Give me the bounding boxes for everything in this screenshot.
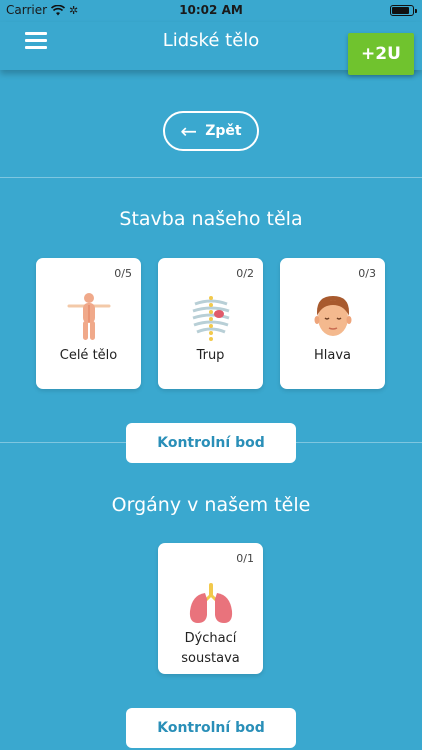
section-title-body-structure: Stavba našeho těla — [119, 208, 303, 230]
card-label: Celé tělo — [59, 348, 118, 363]
card-progress: 0/2 — [236, 267, 254, 280]
head-icon — [314, 296, 351, 336]
status-time: 10:02 AM — [179, 3, 243, 17]
battery-fill — [392, 7, 409, 14]
section-title-organs: Orgány v našem těle — [111, 494, 311, 516]
card-full-body[interactable]: 0/5 Celé tělo — [36, 258, 141, 389]
arrow-left-icon: ← — [180, 119, 198, 143]
card-progress: 0/3 — [358, 267, 376, 280]
card-head[interactable]: 0/3 Hlava — [280, 258, 385, 389]
status-bar: Carrier ✲ 10:02 AM — [0, 0, 422, 22]
divider — [0, 177, 422, 178]
card-torso[interactable]: 0/2 Trup — [158, 258, 263, 389]
card-label: Dýchací soustava — [181, 631, 240, 666]
back-button[interactable]: ← Zpět — [163, 111, 259, 151]
battery-icon — [390, 5, 417, 16]
full-body-icon — [67, 293, 110, 340]
checkpoint-button[interactable]: Kontrolní bod — [126, 708, 296, 748]
card-progress: 0/1 — [236, 552, 254, 565]
back-button-label: Zpět — [205, 123, 242, 139]
card-label: Hlava — [313, 348, 351, 363]
checkpoint-button[interactable]: Kontrolní bod — [126, 423, 296, 463]
torso-icon — [192, 296, 229, 341]
card-label: Trup — [196, 348, 225, 363]
card-respiratory-system[interactable]: 0/1 Dýchací soustava — [158, 543, 263, 674]
card-progress: 0/5 — [114, 267, 132, 280]
lungs-icon — [189, 583, 232, 623]
app-logo[interactable]: +2U — [348, 33, 414, 75]
